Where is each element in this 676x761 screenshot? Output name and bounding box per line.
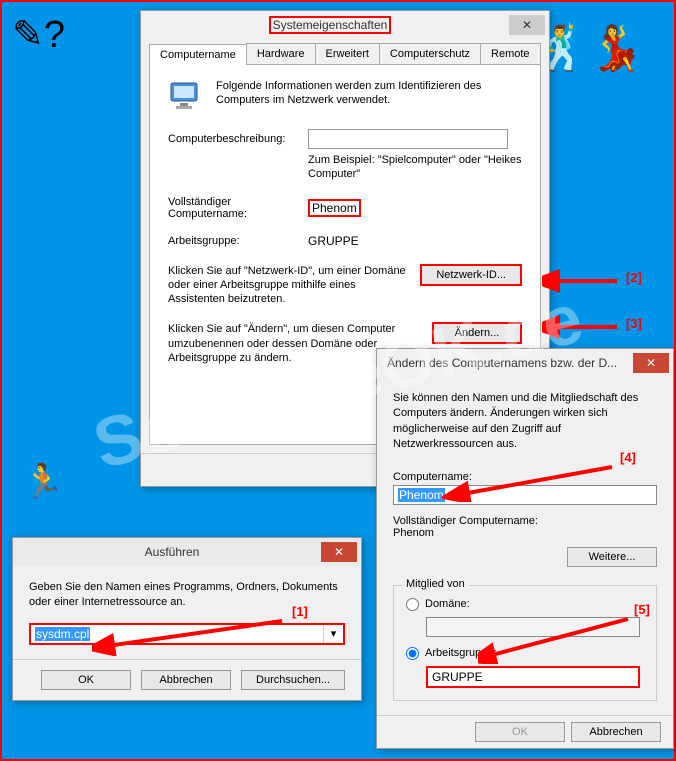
annotation-2: [2] <box>626 270 642 285</box>
window-title: Systemeigenschaften <box>269 16 392 34</box>
workgroup-radio[interactable] <box>406 647 419 660</box>
cancel-button[interactable]: Abbrechen <box>141 670 231 690</box>
desc-label: Computerbeschreibung: <box>168 133 298 145</box>
workgroup-label: Arbeitsgruppe: <box>425 647 497 659</box>
network-id-button[interactable]: Netzwerk-ID... <box>420 264 522 286</box>
doodle-figure: 🏃 <box>22 462 64 502</box>
close-button[interactable]: ✕ <box>321 542 357 562</box>
workgroup-value: GRUPPE <box>308 234 359 248</box>
cancel-button[interactable]: Abbrechen <box>571 722 661 742</box>
computer-name-input[interactable]: Phenom <box>393 485 657 505</box>
doodle-figure: 🕺💃 <box>534 22 644 74</box>
arrow-icon <box>542 312 622 342</box>
tab-bar: Computername Hardware Erweitert Computer… <box>149 43 541 65</box>
tab-hardware[interactable]: Hardware <box>246 43 316 64</box>
change-button[interactable]: Ändern... <box>432 322 522 344</box>
rename-desc: Sie können den Namen und die Mitgliedsch… <box>393 391 657 453</box>
annotation-1: [1] <box>292 604 308 619</box>
description-input[interactable] <box>308 129 508 149</box>
tab-remote[interactable]: Remote <box>480 43 541 64</box>
workgroup-input[interactable] <box>426 666 640 688</box>
window-title: Ausführen <box>23 545 321 559</box>
intro-text: Folgende Informationen werden zum Identi… <box>216 79 522 115</box>
window-title: Ändern des Computernamens bzw. der D... <box>387 356 633 370</box>
more-button[interactable]: Weitere... <box>567 547 657 567</box>
tab-computername[interactable]: Computername <box>149 44 247 65</box>
run-command-input[interactable]: sysdm.cpl <box>31 625 323 643</box>
netid-text: Klicken Sie auf "Netzwerk-ID", um einer … <box>168 264 408 307</box>
doodle-figure: ✎? <box>12 12 65 57</box>
domain-input <box>426 617 640 637</box>
fullname-label: Vollständiger Computername: <box>168 196 298 220</box>
rename-computer-window: Ändern des Computernamens bzw. der D... … <box>376 348 674 749</box>
desc-hint: Zum Beispiel: "Spielcomputer" oder "Heik… <box>308 153 522 182</box>
titlebar[interactable]: Systemeigenschaften ✕ <box>141 11 549 39</box>
fullname-value: Phenom <box>308 199 361 217</box>
member-of-group: Mitglied von <box>402 578 469 590</box>
fullname-value: Phenom <box>393 527 657 539</box>
fullname-label: Vollständiger Computername: <box>393 515 657 527</box>
titlebar[interactable]: Ausführen ✕ <box>13 538 361 566</box>
tab-advanced[interactable]: Erweitert <box>315 43 380 64</box>
annotation-3: [3] <box>626 316 642 331</box>
ok-button[interactable]: OK <box>41 670 131 690</box>
ok-button[interactable]: OK <box>475 722 565 742</box>
tab-protection[interactable]: Computerschutz <box>379 43 481 64</box>
arrow-icon <box>542 266 622 296</box>
computer-icon <box>168 79 204 115</box>
close-button[interactable]: ✕ <box>509 15 545 35</box>
annotation-5: [5] <box>634 602 650 617</box>
browse-button[interactable]: Durchsuchen... <box>241 670 345 690</box>
close-button[interactable]: ✕ <box>633 353 669 373</box>
run-dialog-window: Ausführen ✕ Geben Sie den Namen eines Pr… <box>12 537 362 701</box>
dropdown-icon[interactable]: ▾ <box>323 625 343 643</box>
domain-label: Domäne: <box>425 598 470 610</box>
titlebar[interactable]: Ändern des Computernamens bzw. der D... … <box>377 349 673 377</box>
name-label: Computername: <box>393 471 657 483</box>
workgroup-label: Arbeitsgruppe: <box>168 235 298 247</box>
annotation-4: [4] <box>620 450 636 465</box>
domain-radio[interactable] <box>406 598 419 611</box>
